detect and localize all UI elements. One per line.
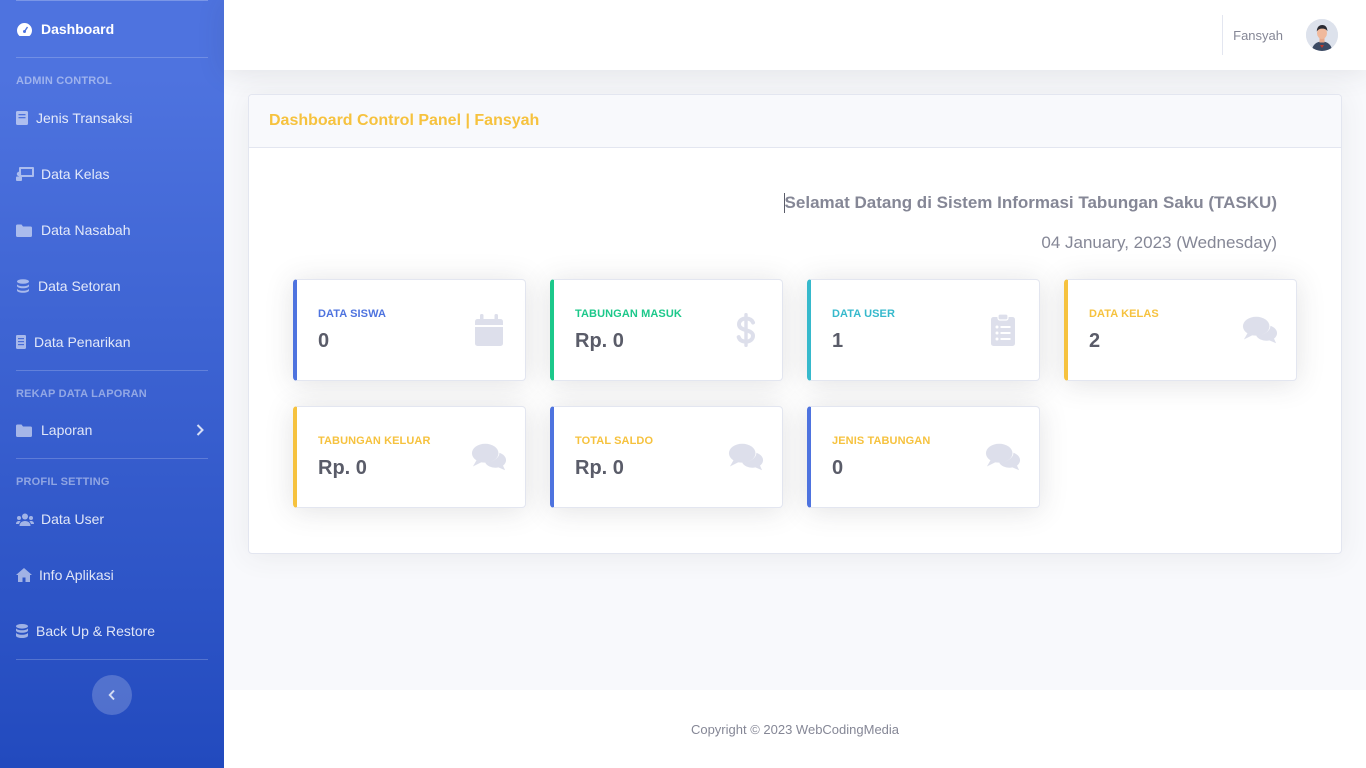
stat-card-tabungan-keluar[interactable]: TABUNGAN KELUAR Rp. 0 xyxy=(293,406,526,508)
dollar-icon xyxy=(728,312,764,348)
sidebar-item-jenis-transaksi[interactable]: Jenis Transaksi xyxy=(16,106,208,130)
user-dropdown[interactable]: Fansyah xyxy=(1233,19,1338,51)
welcome-message: Selamat Datang di Sistem Informasi Tabun… xyxy=(783,193,1277,213)
stat-value: Rp. 0 xyxy=(575,330,624,352)
page-title: Dashboard Control Panel | Fansyah xyxy=(269,112,540,129)
stat-label: JENIS TABUNGAN xyxy=(832,435,931,447)
sidebar-item-backup-restore[interactable]: Back Up & Restore xyxy=(16,619,208,643)
chevron-left-icon xyxy=(108,689,116,701)
stat-label: TABUNGAN MASUK xyxy=(575,308,682,320)
stat-label: DATA KELAS xyxy=(1089,308,1159,320)
home-icon xyxy=(16,567,32,583)
stat-value: 2 xyxy=(1089,330,1101,352)
stat-card-data-user[interactable]: DATA USER 1 xyxy=(807,279,1040,381)
sidebar-item-data-nasabah[interactable]: Data Nasabah xyxy=(16,218,208,242)
stat-card-jenis-tabungan[interactable]: JENIS TABUNGAN 0 xyxy=(807,406,1040,508)
clipboard-list-icon xyxy=(985,312,1021,348)
sidebar-heading-profil: PROFIL SETTING xyxy=(16,476,110,488)
sidebar-item-label: Data Setoran xyxy=(38,278,121,294)
sidebar-item-data-setoran[interactable]: Data Setoran xyxy=(16,274,208,298)
comments-icon xyxy=(1242,312,1278,348)
chevron-right-icon xyxy=(196,424,204,436)
coins-icon xyxy=(16,278,31,294)
stat-value: 1 xyxy=(832,330,844,352)
stat-card-tabungan-masuk[interactable]: TABUNGAN MASUK Rp. 0 xyxy=(550,279,783,381)
sidebar-item-data-user[interactable]: Data User xyxy=(16,507,208,531)
sidebar-item-label: Data User xyxy=(41,511,105,527)
sidebar-item-dashboard[interactable]: Dashboard xyxy=(16,17,208,41)
sidebar-divider xyxy=(16,659,208,660)
sidebar-item-label: Data Penarikan xyxy=(34,334,131,350)
stat-label: TOTAL SALDO xyxy=(575,435,654,447)
stat-card-data-kelas[interactable]: DATA KELAS 2 xyxy=(1064,279,1297,381)
current-date: 04 January, 2023 (Wednesday) xyxy=(1041,233,1277,252)
comments-icon xyxy=(728,439,764,475)
stat-card-data-siswa[interactable]: DATA SISWA 0 xyxy=(293,279,526,381)
chalkboard-icon xyxy=(16,166,34,182)
file-icon xyxy=(16,334,27,350)
sidebar-divider xyxy=(16,57,208,58)
sidebar: Dashboard ADMIN CONTROL Jenis Transaksi … xyxy=(0,0,224,768)
copyright-text: Copyright © 2023 WebCodingMedia xyxy=(690,721,900,737)
footer: Copyright © 2023 WebCodingMedia xyxy=(224,690,1366,768)
database-icon xyxy=(16,623,29,639)
sidebar-top-divider xyxy=(16,0,208,1)
sidebar-item-label: Laporan xyxy=(41,422,93,438)
sidebar-divider xyxy=(16,458,208,459)
book-icon xyxy=(16,110,29,126)
sidebar-item-label: Info Aplikasi xyxy=(39,567,114,583)
folder-icon xyxy=(16,422,34,438)
tachometer-icon xyxy=(16,21,34,37)
card-header: Dashboard Control Panel | Fansyah xyxy=(249,95,1341,148)
sidebar-heading-rekap: REKAP DATA LAPORAN xyxy=(16,388,147,400)
sidebar-divider xyxy=(16,370,208,371)
sidebar-item-label: Dashboard xyxy=(41,21,115,37)
stat-value: Rp. 0 xyxy=(318,457,367,479)
username: Fansyah xyxy=(1233,27,1283,43)
sidebar-toggle-button[interactable] xyxy=(92,675,132,715)
dashboard-card: Dashboard Control Panel | Fansyah Selama… xyxy=(248,94,1342,554)
sidebar-item-label: Jenis Transaksi xyxy=(36,110,133,126)
sidebar-item-label: Back Up & Restore xyxy=(36,623,156,639)
calendar-icon xyxy=(471,312,507,348)
stat-value: 0 xyxy=(832,457,844,479)
stat-label: DATA USER xyxy=(832,308,896,320)
sidebar-item-data-kelas[interactable]: Data Kelas xyxy=(16,162,208,186)
topbar: Fansyah xyxy=(224,0,1366,70)
sidebar-heading-admin: ADMIN CONTROL xyxy=(16,75,113,87)
users-icon xyxy=(16,511,34,527)
comments-icon xyxy=(471,439,507,475)
stat-label: TABUNGAN KELUAR xyxy=(318,435,431,447)
sidebar-item-data-penarikan[interactable]: Data Penarikan xyxy=(16,330,208,354)
sidebar-item-info-aplikasi[interactable]: Info Aplikasi xyxy=(16,563,208,587)
sidebar-item-label: Data Nasabah xyxy=(41,222,131,238)
stat-card-total-saldo[interactable]: TOTAL SALDO Rp. 0 xyxy=(550,406,783,508)
folder-icon xyxy=(16,222,34,238)
stat-value: 0 xyxy=(318,330,330,352)
stat-value: Rp. 0 xyxy=(575,457,624,479)
comments-icon xyxy=(985,439,1021,475)
sidebar-item-label: Data Kelas xyxy=(41,166,110,182)
topbar-divider xyxy=(1222,15,1223,55)
avatar xyxy=(1306,19,1338,51)
sidebar-item-laporan[interactable]: Laporan xyxy=(16,418,208,442)
stat-label: DATA SISWA xyxy=(318,308,387,320)
